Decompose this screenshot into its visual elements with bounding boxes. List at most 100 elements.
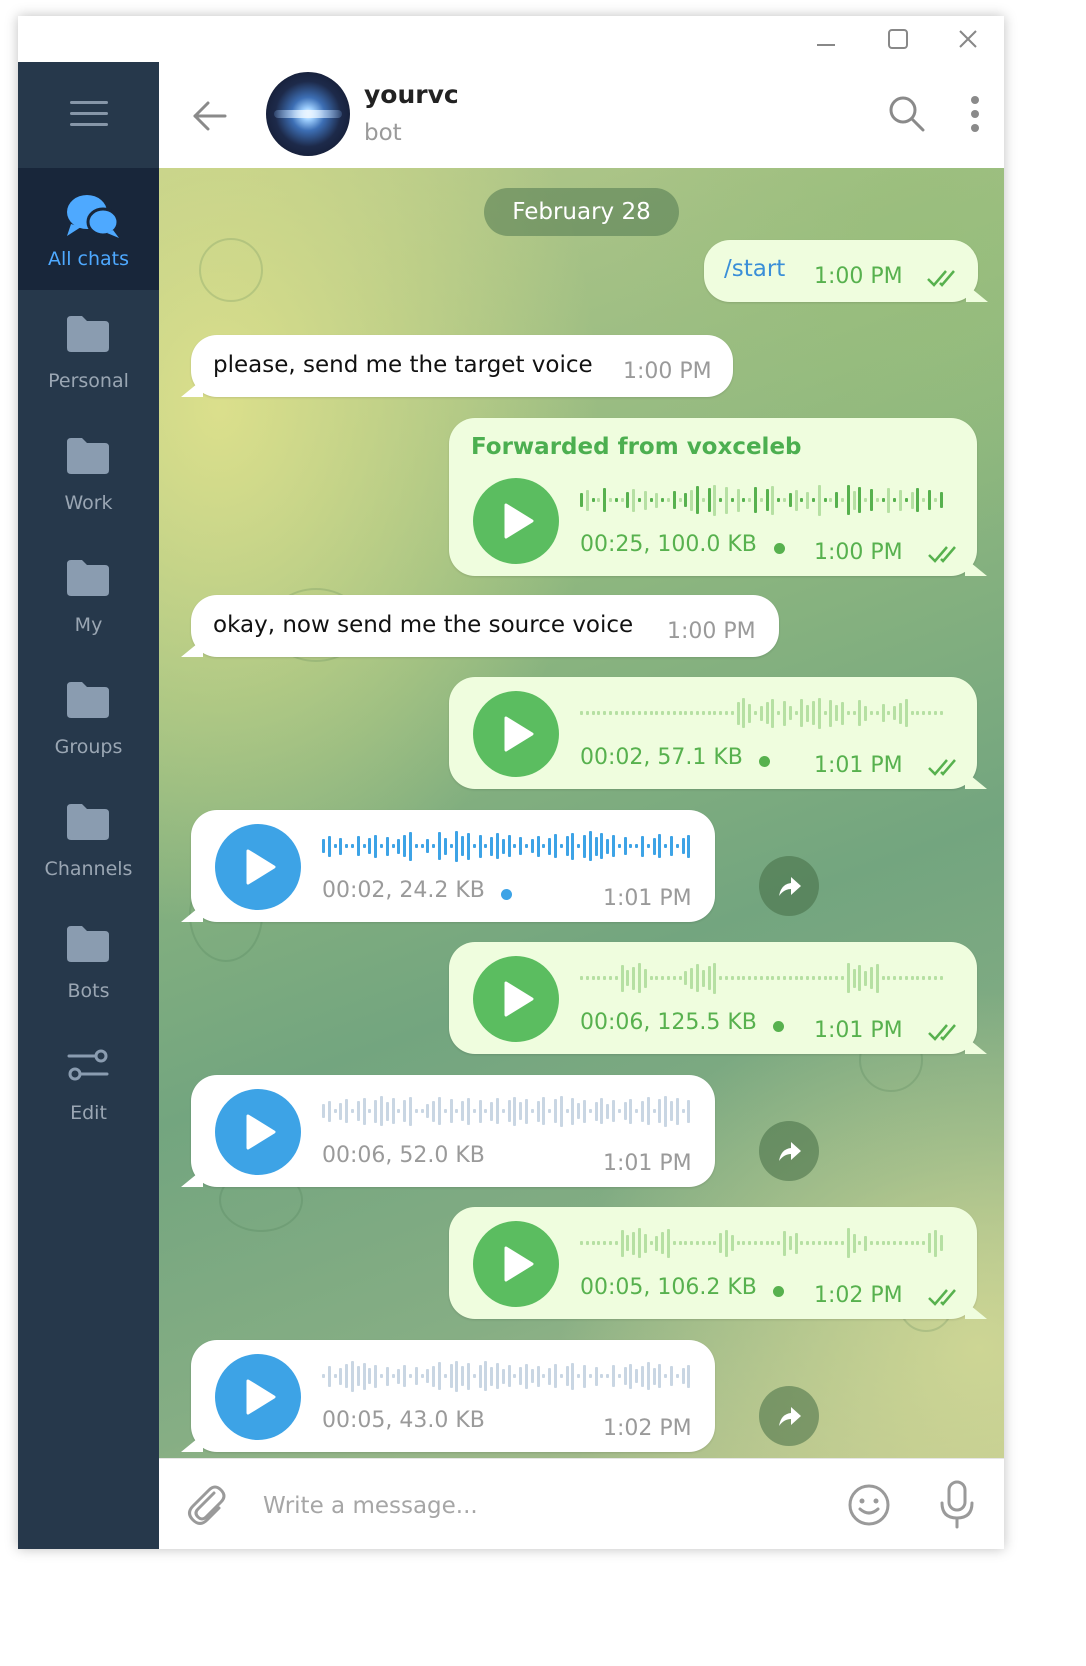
bubble-tail <box>965 771 987 789</box>
close-icon <box>959 30 977 48</box>
folder-label: Channels <box>44 858 133 880</box>
more-vertical-icon <box>971 96 979 132</box>
read-checkmarks-icon <box>928 1024 956 1041</box>
minimize-icon <box>817 44 835 46</box>
message-incoming[interactable]: 00:02, 24.2 KB 1:01 PM <box>181 810 715 922</box>
forward-button[interactable] <box>759 1121 819 1181</box>
message-time: 1:00 PM <box>623 359 712 384</box>
play-button[interactable] <box>473 478 559 564</box>
bubble-tail <box>181 639 203 657</box>
message-time: 1:01 PM <box>814 753 903 778</box>
waveform[interactable] <box>580 958 950 998</box>
message-time: 1:02 PM <box>814 1283 903 1308</box>
message-time: 1:02 PM <box>603 1416 692 1441</box>
voice-duration-size: 00:02, 57.1 KB <box>580 745 743 770</box>
folder-icon <box>67 682 109 718</box>
play-icon <box>504 716 534 752</box>
play-button[interactable] <box>473 956 559 1042</box>
message-composer <box>159 1458 1004 1549</box>
play-button[interactable] <box>215 1089 301 1175</box>
chat-title[interactable]: yourvc <box>364 80 459 109</box>
forward-button[interactable] <box>759 856 819 916</box>
bubble-tail <box>966 284 988 302</box>
play-button[interactable] <box>473 691 559 777</box>
bubble-tail <box>965 1036 987 1054</box>
share-arrow-icon <box>779 1407 801 1426</box>
forwarded-from-label[interactable]: Forwarded from voxceleb <box>471 434 802 460</box>
smiley-icon <box>848 1484 890 1526</box>
folder-bots[interactable]: Bots <box>18 900 159 1022</box>
waveform[interactable] <box>322 1091 694 1131</box>
folder-label: All chats <box>47 248 130 270</box>
read-checkmarks-icon <box>928 759 956 776</box>
folder-all-chats[interactable]: All chats <box>18 168 159 290</box>
voice-duration-size: 00:05, 106.2 KB <box>580 1275 757 1300</box>
bubble-tail <box>181 1169 203 1187</box>
message-text: okay, now send me the source voice <box>213 612 634 638</box>
message-incoming[interactable]: 00:05, 43.0 KB 1:02 PM <box>181 1340 715 1452</box>
back-button[interactable] <box>189 94 233 138</box>
forward-button[interactable] <box>759 1386 819 1446</box>
minimize-button[interactable] <box>806 24 846 54</box>
message-outgoing[interactable]: /start 1:00 PM <box>704 240 988 302</box>
main-menu-button[interactable] <box>18 62 159 168</box>
folder-label: Edit <box>70 1102 107 1124</box>
paperclip-icon <box>188 1485 226 1525</box>
folder-label: Groups <box>54 736 123 758</box>
voice-duration-size: 00:05, 43.0 KB <box>322 1408 485 1433</box>
background-doodle <box>199 238 263 302</box>
share-arrow-icon <box>779 877 801 896</box>
play-icon <box>246 1114 276 1150</box>
voice-duration-size: 00:06, 52.0 KB <box>322 1143 485 1168</box>
message-incoming[interactable]: okay, now send me the source voice 1:00 … <box>181 595 779 657</box>
waveform[interactable] <box>322 1356 694 1396</box>
microphone-icon <box>940 1480 974 1529</box>
unplayed-dot <box>759 756 770 767</box>
close-button[interactable] <box>948 24 988 54</box>
more-button[interactable] <box>953 92 997 136</box>
folder-icon <box>67 926 109 962</box>
folder-label: Personal <box>48 370 129 392</box>
play-button[interactable] <box>215 1354 301 1440</box>
folder-icon <box>67 438 109 474</box>
folder-icon <box>67 560 109 596</box>
play-button[interactable] <box>215 824 301 910</box>
play-button[interactable] <box>473 1221 559 1307</box>
attach-button[interactable] <box>183 1481 231 1529</box>
bot-command-link[interactable]: /start <box>724 256 785 282</box>
share-arrow-icon <box>779 1142 801 1161</box>
folder-edit[interactable]: Edit <box>18 1022 159 1144</box>
folder-groups[interactable]: Groups <box>18 656 159 778</box>
folder-label: Bots <box>67 980 110 1002</box>
avatar[interactable] <box>266 72 350 156</box>
folder-channels[interactable]: Channels <box>18 778 159 900</box>
search-button[interactable] <box>885 92 929 136</box>
waveform[interactable] <box>322 826 694 866</box>
folder-work[interactable]: Work <box>18 412 159 534</box>
maximize-button[interactable] <box>878 24 918 54</box>
message-outgoing[interactable]: 00:05, 106.2 KB 1:02 PM <box>449 1207 987 1319</box>
message-input[interactable] <box>261 1483 825 1529</box>
folder-my[interactable]: My <box>18 534 159 656</box>
waveform[interactable] <box>580 480 950 520</box>
message-incoming[interactable]: 00:06, 52.0 KB 1:01 PM <box>181 1075 715 1187</box>
waveform[interactable] <box>580 1223 950 1263</box>
play-icon <box>246 1379 276 1415</box>
message-incoming[interactable]: please, send me the target voice 1:00 PM <box>181 335 733 397</box>
message-outgoing[interactable]: 00:06, 125.5 KB 1:01 PM <box>449 942 987 1054</box>
chat-subtitle: bot <box>364 120 402 146</box>
folder-personal[interactable]: Personal <box>18 290 159 412</box>
message-outgoing[interactable]: 00:02, 57.1 KB 1:01 PM <box>449 677 987 789</box>
message-time: 1:01 PM <box>603 886 692 911</box>
telegram-window: All chats Personal Work My Groups Channe… <box>18 16 1004 1549</box>
emoji-button[interactable] <box>845 1481 893 1529</box>
chat-history[interactable]: February 28 /start 1:00 PM please, send … <box>159 168 1004 1458</box>
voice-record-button[interactable] <box>933 1479 981 1531</box>
waveform[interactable] <box>580 693 950 733</box>
play-icon <box>504 981 534 1017</box>
folder-label: Work <box>64 492 113 514</box>
bubble-tail <box>965 1301 987 1319</box>
bubble-tail <box>965 558 987 576</box>
play-icon <box>246 849 276 885</box>
message-outgoing[interactable]: Forwarded from voxceleb 00:25, 100.0 KB … <box>449 418 987 576</box>
